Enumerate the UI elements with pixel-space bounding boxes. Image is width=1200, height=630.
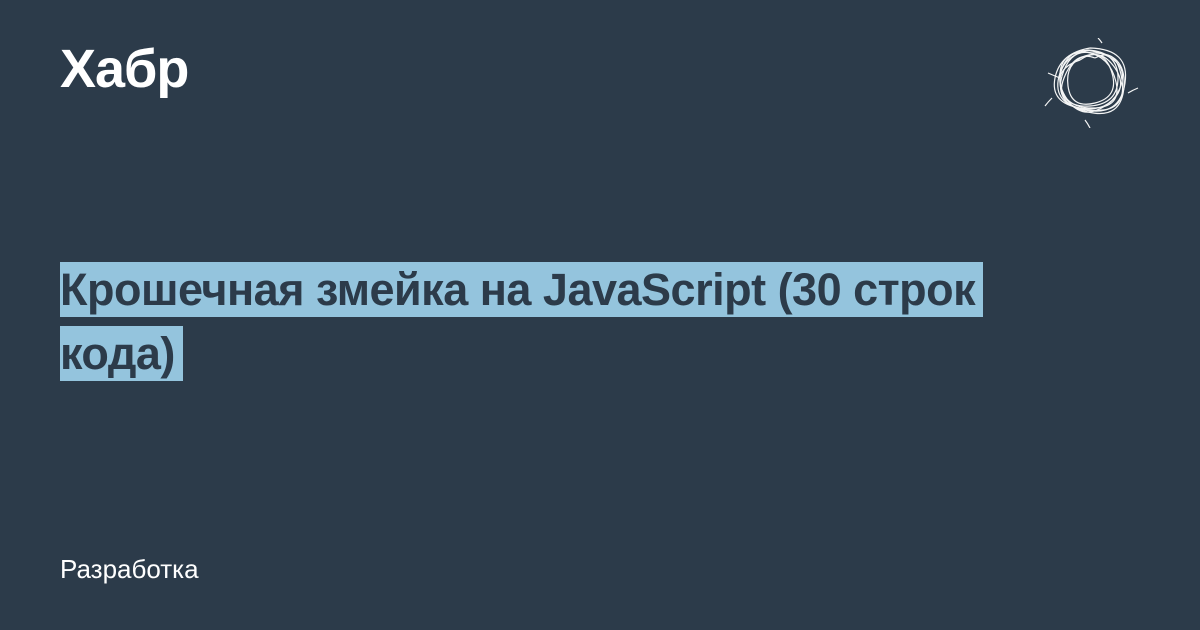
- article-category: Разработка: [60, 554, 199, 585]
- header: Хабр: [60, 38, 1140, 128]
- article-title: Крошечная змейка на JavaScript (30 строк…: [60, 258, 1040, 386]
- scribble-icon: [1040, 38, 1140, 128]
- site-logo: Хабр: [60, 38, 188, 100]
- article-title-container: Крошечная змейка на JavaScript (30 строк…: [60, 258, 1040, 386]
